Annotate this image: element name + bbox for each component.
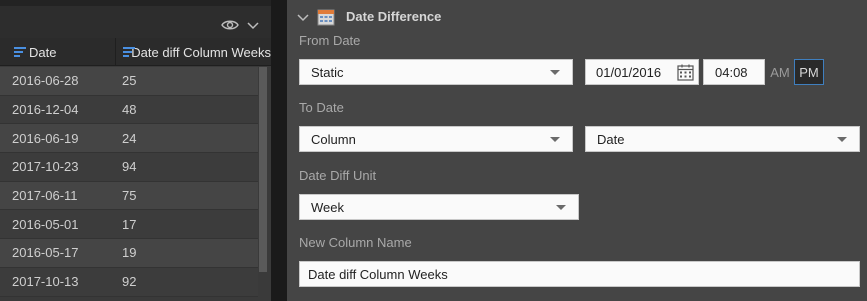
time-value: 04:08	[715, 64, 748, 80]
dropdown-arrow-icon	[556, 205, 566, 210]
section-title: Date Difference	[346, 9, 442, 24]
table-row[interactable]: 2016-06-19 24	[0, 124, 258, 154]
new-column-name-input[interactable]: Date diff Column Weeks	[299, 261, 860, 287]
cell-diff: 24	[122, 130, 137, 146]
cell-date: 2017-10-13	[12, 274, 79, 290]
date-difference-panel: Date Difference From Date Static 01/01/2…	[287, 0, 867, 301]
table-row[interactable]: 2016-12-04 48	[0, 95, 258, 125]
dropdown-arrow-icon	[550, 70, 560, 75]
column-header-label: Date diff Column Weeks	[131, 44, 271, 60]
dropdown-arrow-icon	[837, 137, 847, 142]
cell-date: 2016-12-04	[12, 102, 79, 118]
eye-icon[interactable]	[221, 18, 239, 32]
dropdown-value: Date	[597, 131, 625, 147]
calendar-icon[interactable]	[677, 64, 694, 81]
am-toggle[interactable]: AM	[766, 59, 794, 85]
data-grid-panel: Date Date diff Column Weeks 2016-06-28 25…	[0, 0, 271, 301]
grid-toolbar	[0, 0, 271, 38]
chevron-down-icon[interactable]	[246, 19, 260, 31]
table-row[interactable]: 2017-06-11 75	[0, 181, 258, 211]
cell-diff: 94	[122, 159, 137, 175]
cell-date: 2016-05-17	[12, 245, 79, 261]
cell-diff: 25	[122, 73, 137, 89]
from-date-type-dropdown[interactable]: Static	[299, 59, 573, 85]
pm-toggle[interactable]: PM	[794, 59, 824, 85]
scrollbar-thumb[interactable]	[259, 67, 267, 272]
to-date-type-dropdown[interactable]: Column	[299, 126, 573, 152]
table-row[interactable]: 2017-10-23 94	[0, 153, 258, 182]
table-row[interactable]: 2016-06-28 25	[0, 67, 258, 96]
from-time-input[interactable]: 04:08	[703, 59, 765, 85]
column-header-label: Date	[29, 44, 57, 60]
table-row[interactable]: 2016-05-01 17	[0, 210, 258, 240]
cell-date: 2016-06-28	[12, 73, 79, 89]
new-column-name-label: New Column Name	[299, 235, 412, 250]
dropdown-value: Week	[311, 199, 344, 215]
date-diff-unit-dropdown[interactable]: Week	[299, 194, 579, 220]
cell-diff: 19	[122, 245, 137, 261]
section-header[interactable]: Date Difference	[287, 6, 867, 30]
vertical-scrollbar[interactable]	[258, 67, 268, 301]
to-date-column-dropdown[interactable]: Date	[585, 126, 860, 152]
cell-date: 2016-06-19	[12, 130, 79, 146]
dropdown-value: Static	[311, 64, 344, 80]
cell-diff: 92	[122, 274, 137, 290]
from-date-label: From Date	[299, 33, 361, 48]
sort-icon	[14, 47, 26, 57]
grid-rows: 2016-06-28 25 2016-12-04 48 2016-06-19 24 2…	[0, 67, 258, 297]
dropdown-value: Column	[311, 131, 356, 147]
cell-diff: 75	[122, 188, 137, 204]
cell-date: 2017-06-11	[12, 188, 78, 204]
column-header-date-diff[interactable]: Date diff Column Weeks	[117, 38, 271, 66]
grid-header: Date Date diff Column Weeks	[0, 38, 271, 66]
cell-diff: 17	[122, 216, 137, 232]
dropdown-arrow-icon	[550, 137, 560, 142]
cell-date: 2017-10-23	[12, 159, 79, 175]
table-row[interactable]: 2016-05-17 19	[0, 239, 258, 268]
to-date-label: To Date	[299, 100, 344, 115]
calendar-icon	[317, 9, 335, 26]
from-date-input[interactable]: 01/01/2016	[585, 59, 699, 85]
cell-diff: 48	[122, 102, 137, 118]
sort-icon	[123, 47, 135, 57]
cell-date: 2016-05-01	[12, 216, 79, 232]
chevron-down-icon[interactable]	[297, 11, 309, 23]
column-header-date[interactable]: Date	[0, 38, 116, 66]
table-row[interactable]: 2017-10-13 92	[0, 267, 258, 297]
date-diff-unit-label: Date Diff Unit	[299, 168, 377, 183]
panel-divider[interactable]	[271, 0, 287, 301]
input-value: Date diff Column Weeks	[308, 266, 448, 282]
date-value: 01/01/2016	[596, 64, 662, 80]
